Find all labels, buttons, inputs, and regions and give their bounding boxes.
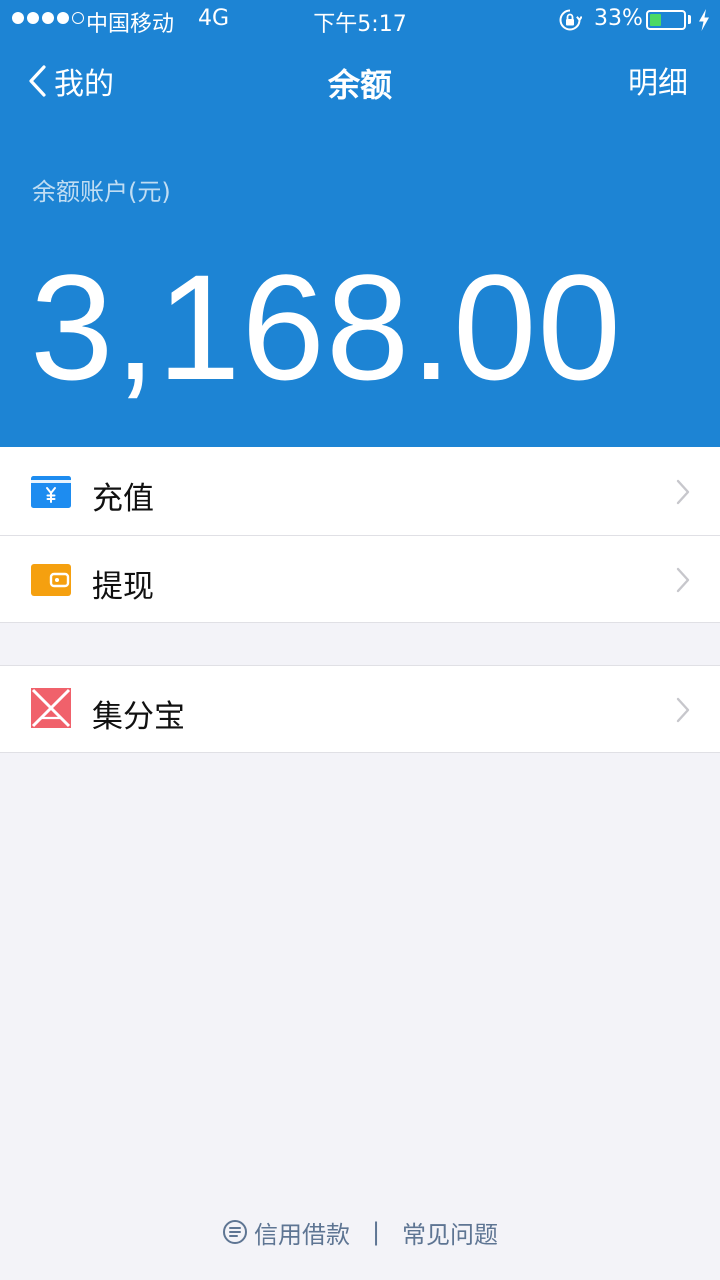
credit-loan-link[interactable]: 信用借款 bbox=[222, 1215, 350, 1250]
balance-screen: 中国移动 4G 下午5:17 33% 我的 余额 明细 余额账户(元) 3,16… bbox=[0, 0, 720, 1280]
jifenbao-item[interactable]: 集分宝 bbox=[0, 665, 720, 753]
footer-links: 信用借款 | 常见问题 bbox=[0, 1212, 720, 1252]
faq-label: 常见问题 bbox=[402, 1220, 499, 1249]
withdraw-item[interactable]: 提现 bbox=[0, 535, 720, 623]
points-list: 集分宝 bbox=[0, 665, 720, 753]
header-panel: 中国移动 4G 下午5:17 33% 我的 余额 明细 余额账户(元) 3,16… bbox=[0, 0, 720, 447]
balance-account-label: 余额账户(元) bbox=[32, 178, 171, 206]
withdraw-label: 提现 bbox=[92, 569, 154, 605]
battery-icon bbox=[646, 10, 686, 30]
coin-icon bbox=[222, 1220, 247, 1244]
credit-loan-label: 信用借款 bbox=[253, 1220, 350, 1249]
battery-percentage: 33% bbox=[594, 6, 643, 31]
back-button[interactable]: 我的 bbox=[26, 56, 114, 106]
balance-amount: 3,168.00 bbox=[30, 243, 622, 411]
chevron-right-icon bbox=[676, 697, 690, 723]
faq-link[interactable]: 常见问题 bbox=[402, 1215, 498, 1250]
chevron-left-icon bbox=[29, 65, 46, 97]
details-button[interactable]: 明细 bbox=[628, 58, 688, 102]
wallet-icon bbox=[31, 564, 71, 596]
footer-separator: | bbox=[371, 1218, 381, 1246]
jifenbao-label: 集分宝 bbox=[92, 699, 185, 735]
back-button-label: 我的 bbox=[54, 67, 114, 102]
charging-bolt-icon bbox=[699, 9, 709, 31]
battery-fill bbox=[650, 14, 661, 26]
battery-tip bbox=[688, 15, 691, 24]
recharge-item[interactable]: 充值 bbox=[0, 447, 720, 535]
status-bar: 中国移动 4G 下午5:17 33% bbox=[0, 0, 720, 40]
yuan-card-icon bbox=[31, 476, 71, 508]
chevron-right-icon bbox=[676, 479, 690, 505]
jifenbao-icon bbox=[31, 688, 71, 728]
chevron-right-icon bbox=[676, 567, 690, 593]
action-list: 充值 提现 bbox=[0, 447, 720, 623]
recharge-label: 充值 bbox=[92, 481, 154, 517]
rotation-lock-icon bbox=[559, 9, 582, 31]
